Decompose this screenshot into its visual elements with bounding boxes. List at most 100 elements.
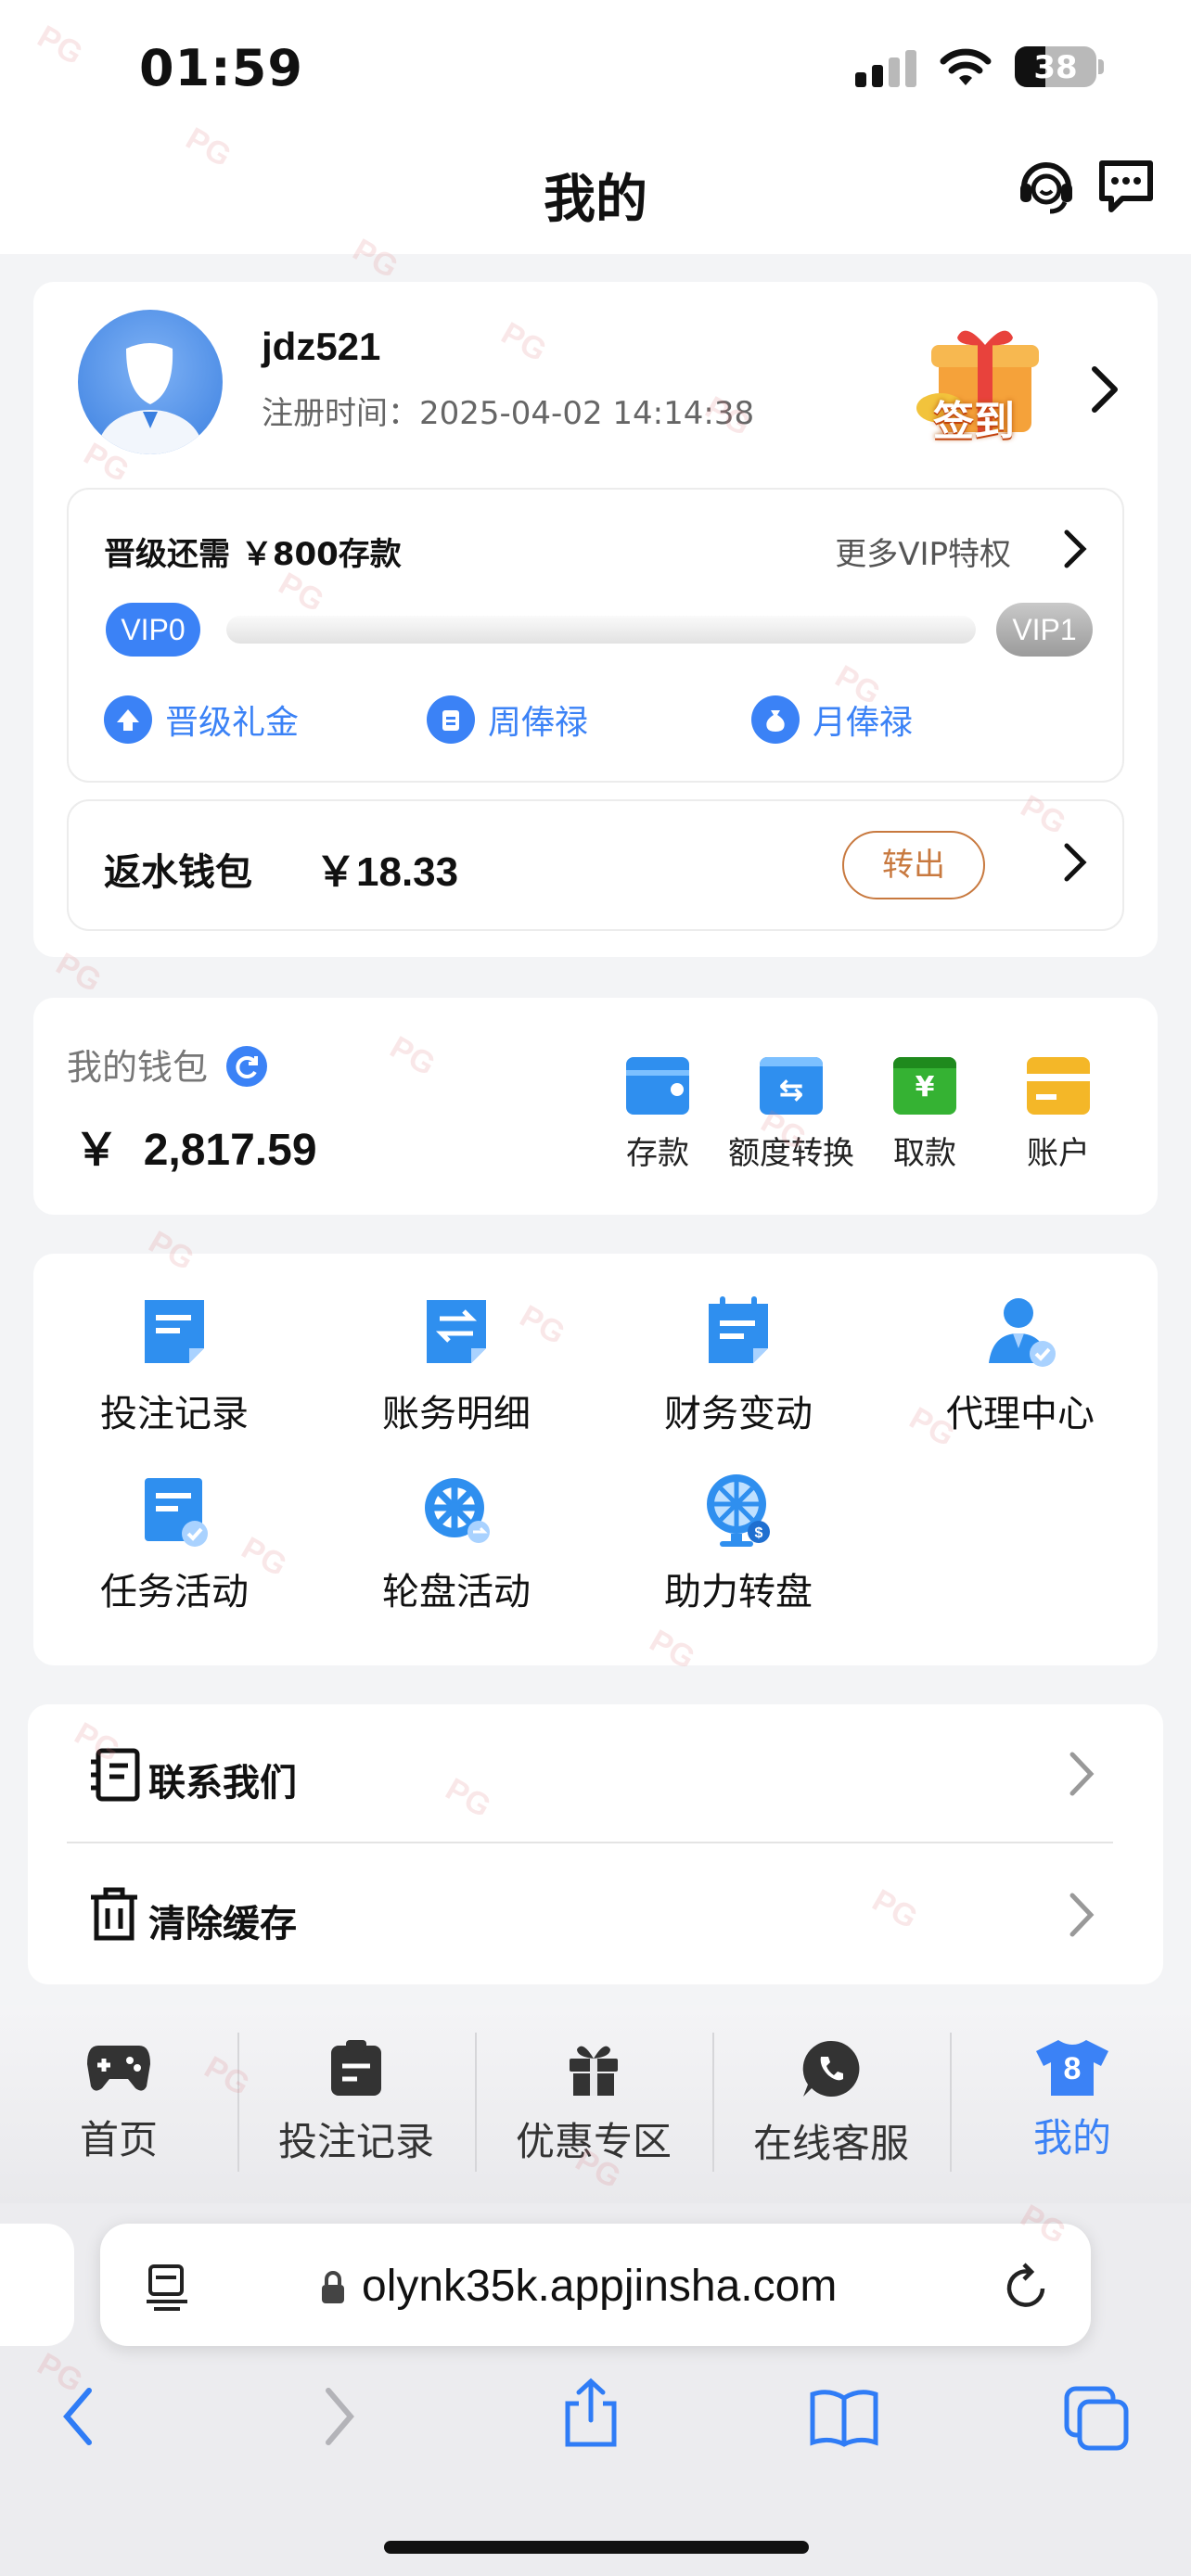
finance-change-icon: [703, 1293, 774, 1371]
task-icon: [139, 1471, 210, 1549]
list-item-contact-us[interactable]: 联系我们: [67, 1704, 1113, 1843]
clock: 01:59: [139, 39, 303, 97]
rebate-wallet-label: 返水钱包: [104, 851, 252, 894]
account-label: 账户: [1027, 1135, 1090, 1172]
page-title: 我的: [544, 170, 647, 230]
grid-label: 轮盘活动: [382, 1571, 531, 1613]
transfer-button[interactable]: ⇆ 额度转换: [722, 1057, 861, 1173]
grid-account-detail[interactable]: 账务明细: [345, 1293, 568, 1437]
clipboard-edit-icon: [331, 2040, 381, 2096]
money-bag-icon: [751, 695, 800, 744]
divider: [67, 1842, 1113, 1843]
chevron-right-icon: [1069, 1893, 1095, 1937]
account-button[interactable]: 账户: [989, 1057, 1128, 1173]
page-header: 我的: [0, 130, 1191, 254]
jersey-icon: 8: [1034, 2038, 1110, 2098]
jersey-number: 8: [1063, 2051, 1082, 2086]
reload-icon[interactable]: [1002, 2261, 1052, 2313]
grid-agent-center[interactable]: 代理中心: [909, 1293, 1132, 1437]
rebate-transfer-out-button[interactable]: 转出: [842, 831, 985, 899]
tab-online-support[interactable]: 在线客服: [712, 2038, 950, 2169]
register-time: 注册时间：2025-04-02 14:14:38: [262, 395, 755, 432]
grid-label: 财务变动: [664, 1393, 813, 1435]
grid-label: 任务活动: [100, 1571, 249, 1613]
avatar[interactable]: [78, 310, 223, 454]
bookmarks-icon[interactable]: [809, 2387, 879, 2448]
agent-icon: [985, 1293, 1056, 1371]
grid-label: 代理中心: [946, 1393, 1095, 1435]
wheel-icon: [421, 1471, 492, 1549]
transfer-label: 额度转换: [728, 1135, 854, 1172]
perk-label: 周俸禄: [488, 704, 589, 742]
tab-bet-record[interactable]: 投注记录: [237, 2038, 475, 2167]
grid-label: 投注记录: [100, 1393, 249, 1435]
perk-upgrade-bonus[interactable]: 晋级礼金: [104, 695, 299, 744]
tab-label: 首页: [79, 2117, 158, 2162]
tab-mine[interactable]: 8 我的: [954, 2038, 1191, 2163]
reader-mode-icon[interactable]: [145, 2263, 189, 2311]
tabs-icon[interactable]: [1063, 2385, 1130, 2452]
clipboard-icon: [427, 695, 475, 744]
grid-prize-wheel[interactable]: $ 助力转盘: [627, 1471, 850, 1615]
tab-label: 投注记录: [277, 2119, 434, 2164]
previous-tab-preview[interactable]: [0, 2224, 74, 2346]
refresh-icon[interactable]: [224, 1044, 269, 1089]
withdraw-button[interactable]: ¥ 取款: [855, 1057, 994, 1173]
bet-record-icon: [139, 1293, 210, 1371]
withdraw-label: 取款: [893, 1135, 956, 1172]
wallet-card: 我的钱包 ￥ 2,817.59 存款 ⇆ 额度转换 ¥ 取款 账户: [33, 998, 1158, 1215]
tab-label: 优惠专区: [515, 2119, 672, 2164]
battery-level: 38: [1033, 49, 1078, 86]
deposit-label: 存款: [626, 1135, 689, 1172]
wallet-icon: [626, 1057, 689, 1115]
vip-current-badge: VIP0: [106, 603, 200, 657]
cellular-signal-icon: [855, 48, 916, 87]
list-item-clear-cache[interactable]: 清除缓存: [67, 1845, 1113, 1984]
grid-task-activity[interactable]: 任务活动: [63, 1471, 286, 1615]
list-item-label: 清除缓存: [148, 1903, 297, 1945]
status-bar: 01:59 38: [0, 0, 1191, 130]
chevron-right-icon[interactable]: [1085, 363, 1122, 415]
account-detail-icon: [421, 1293, 492, 1371]
rebate-wallet-row[interactable]: 返水钱包 ￥18.33 转出: [67, 799, 1124, 931]
perk-monthly-salary[interactable]: 月俸禄: [751, 695, 913, 744]
gamepad-icon: [87, 2046, 150, 2091]
signin-gift-button[interactable]: 签到: [913, 319, 1052, 449]
chevron-right-icon[interactable]: [1061, 842, 1089, 883]
tab-label: 我的: [1032, 2115, 1111, 2161]
grid-label: 助力转盘: [664, 1571, 813, 1613]
rebate-wallet-amount: ￥18.33: [315, 849, 459, 895]
back-arrow-icon[interactable]: [61, 2387, 95, 2446]
tab-home[interactable]: 首页: [0, 2038, 237, 2165]
chevron-right-icon[interactable]: [1061, 529, 1089, 569]
lock-icon: [322, 2271, 344, 2303]
browser-toolbar: olynk35k.appjinsha.com: [0, 2203, 1191, 2576]
grid-wheel-activity[interactable]: 轮盘活动: [345, 1471, 568, 1615]
url-text[interactable]: olynk35k.appjinsha.com: [362, 2261, 837, 2312]
chat-bubble-icon[interactable]: [1095, 154, 1158, 217]
card-icon: [1027, 1057, 1090, 1115]
headset-icon[interactable]: [1015, 154, 1078, 217]
address-bar[interactable]: olynk35k.appjinsha.com: [100, 2224, 1091, 2346]
perk-label: 月俸禄: [813, 704, 914, 742]
vip-more-privileges-link[interactable]: 更多VIP特权: [835, 529, 1011, 574]
grid-bet-record[interactable]: 投注记录: [63, 1293, 286, 1437]
settings-list: 联系我们 清除缓存: [28, 1704, 1163, 1984]
withdraw-icon: ¥: [893, 1057, 956, 1115]
trash-icon: [91, 1887, 137, 1941]
transfer-icon: ⇆: [760, 1057, 823, 1115]
grid-finance-change[interactable]: 财务变动: [627, 1293, 850, 1437]
gift-icon: [570, 2046, 618, 2096]
share-icon[interactable]: [560, 2376, 621, 2450]
prize-wheel-icon: $: [703, 1471, 774, 1549]
wifi-icon: [940, 48, 992, 85]
tab-promotions[interactable]: 优惠专区: [475, 2038, 712, 2167]
perk-weekly-salary[interactable]: 周俸禄: [427, 695, 588, 744]
deposit-button[interactable]: 存款: [588, 1057, 727, 1173]
wallet-balance: ￥ 2,817.59: [74, 1126, 317, 1175]
battery-icon: 38: [1015, 46, 1096, 87]
wallet-label: 我的钱包: [67, 1039, 269, 1090]
username: jdz521: [262, 325, 381, 368]
grid-label: 账务明细: [382, 1393, 531, 1435]
vip-next-badge: VIP1: [996, 603, 1093, 657]
